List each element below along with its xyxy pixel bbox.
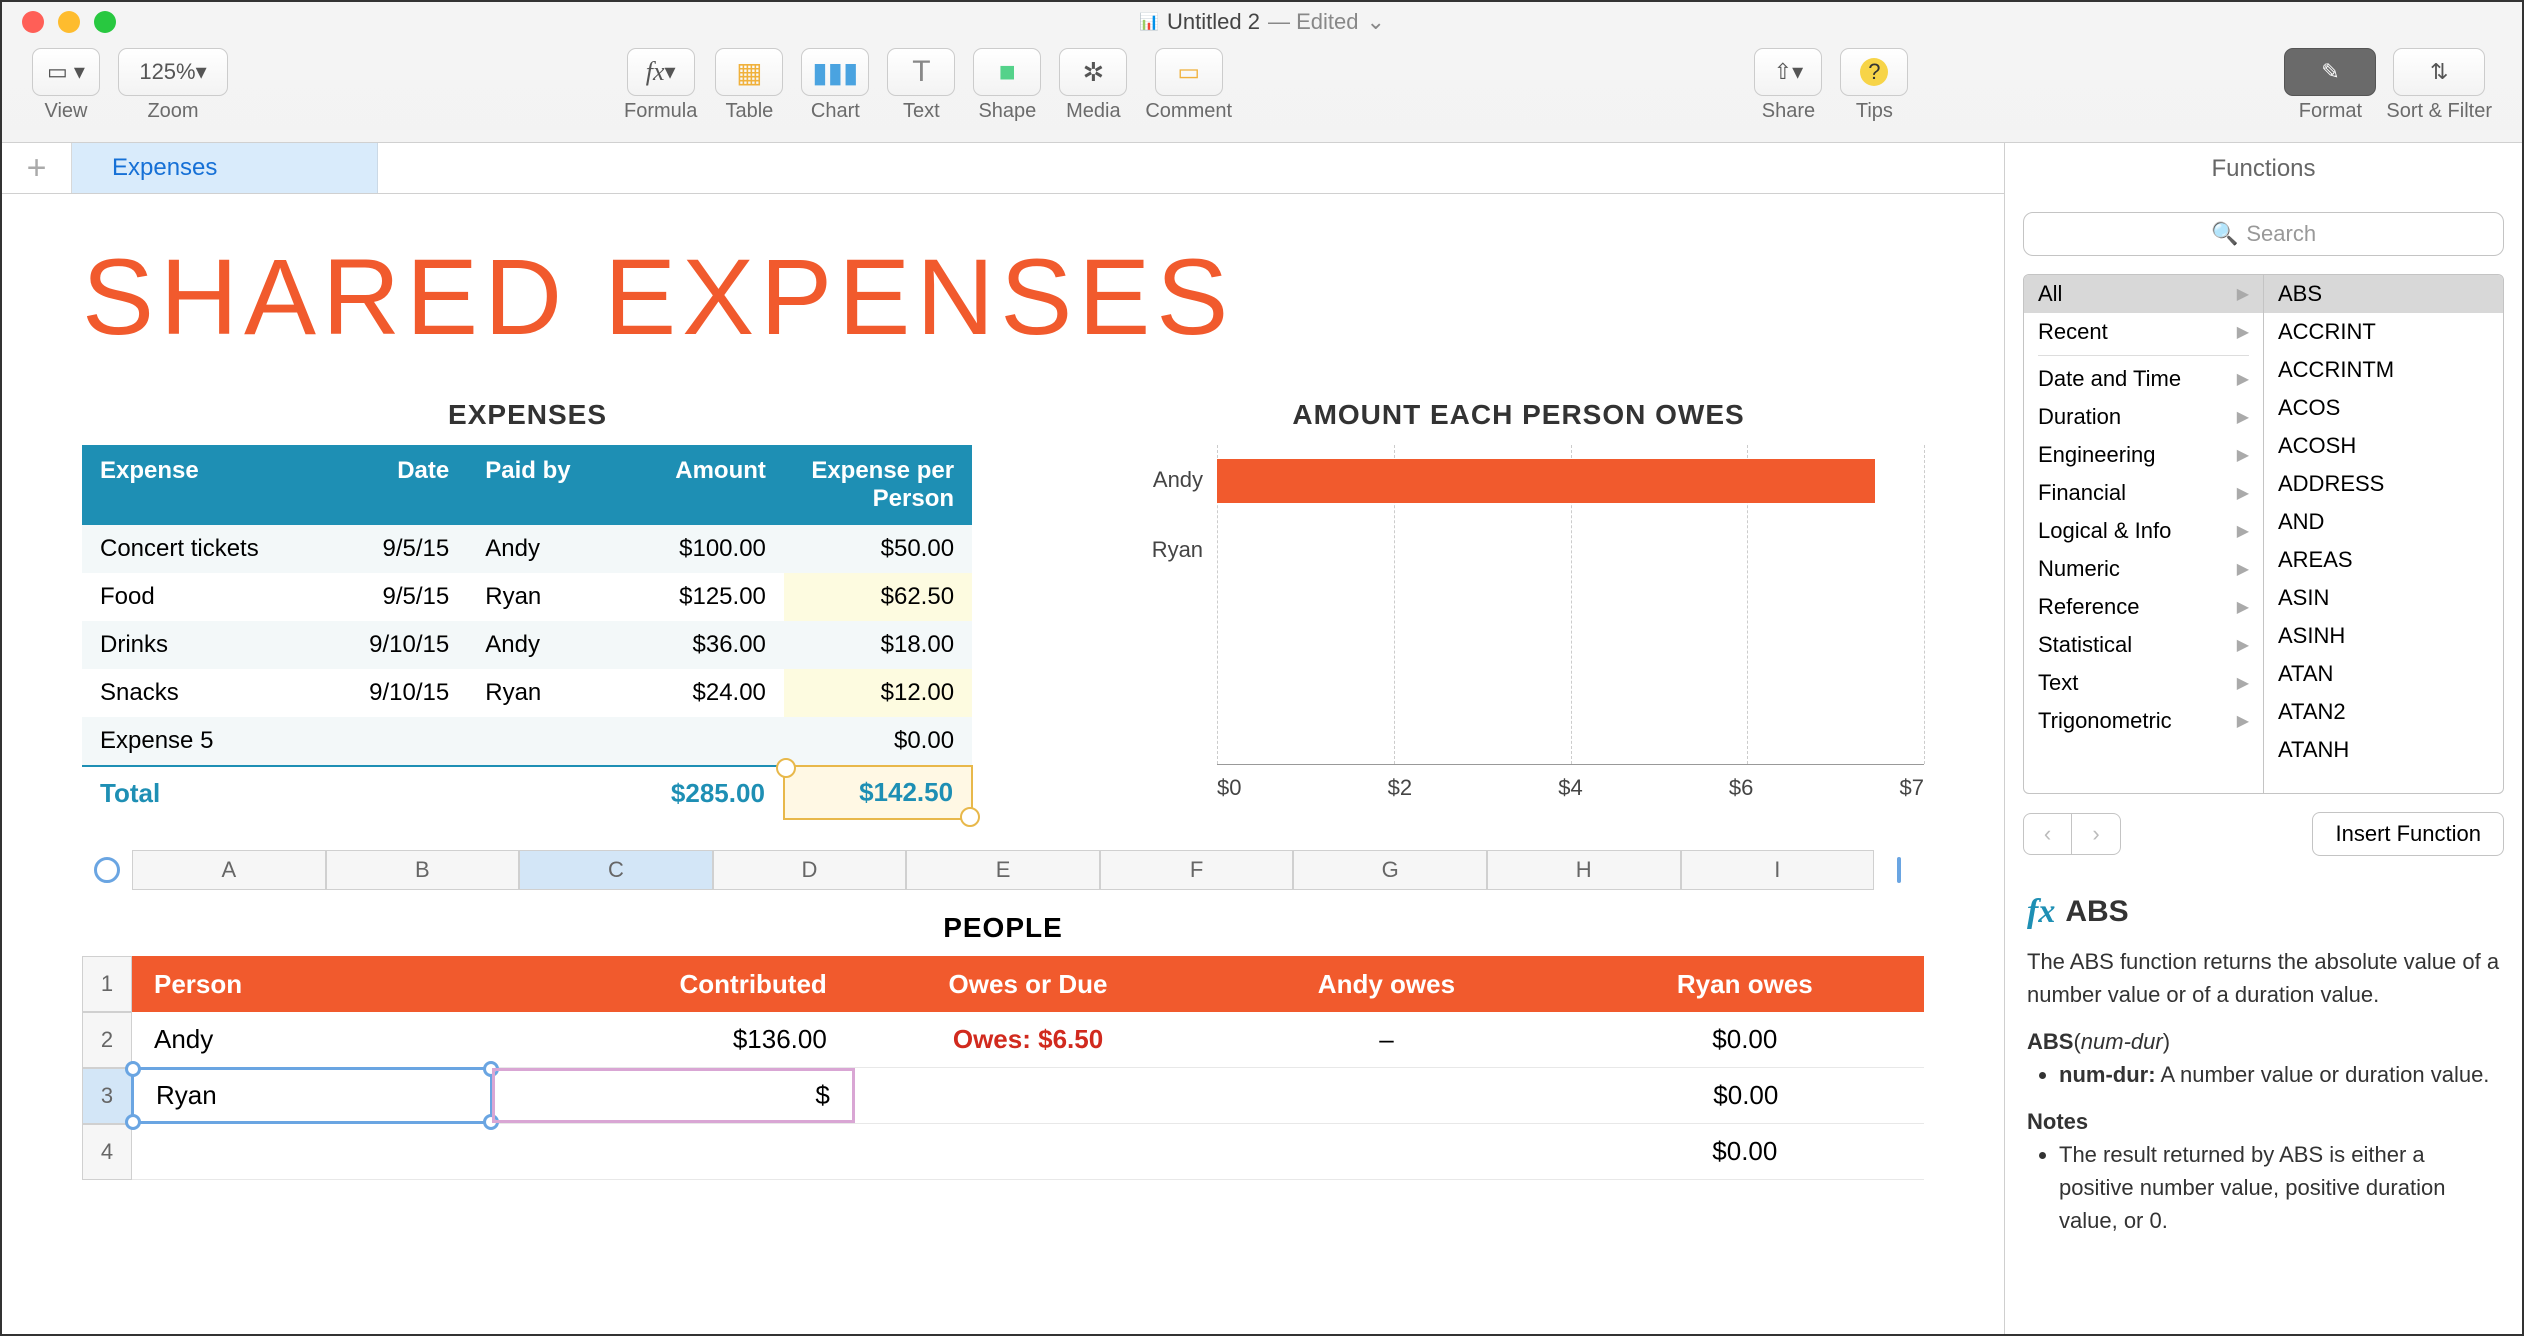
table-button[interactable]: ▦: [715, 48, 783, 96]
nav-buttons[interactable]: ‹ ›: [2023, 813, 2121, 855]
media-icon: ✲: [1082, 57, 1104, 88]
titlebar: 📊 Untitled 2 — Edited ⌄: [2, 2, 2522, 42]
expenses-table[interactable]: Expense Date Paid by Amount Expense per …: [82, 445, 973, 820]
document-status: — Edited: [1268, 9, 1359, 35]
search-icon: 🔍: [2211, 221, 2238, 247]
cat-recent[interactable]: Recent▶: [2024, 313, 2263, 351]
table-icon: ▦: [736, 56, 762, 89]
function-list[interactable]: ABS ACCRINT ACCRINTM ACOS ACOSH ADDRESS …: [2264, 275, 2503, 793]
sort-filter-button[interactable]: ⇅: [2393, 48, 2485, 96]
people-caption: PEOPLE: [82, 912, 1924, 944]
close-window-icon[interactable]: [22, 11, 44, 33]
table-handle-icon[interactable]: [94, 857, 120, 883]
selected-cell-ryan[interactable]: Ryan: [131, 1067, 493, 1124]
row-1[interactable]: 1: [82, 956, 132, 1012]
y-label-ryan: Ryan: [1113, 515, 1203, 585]
col-D[interactable]: D: [713, 850, 907, 890]
side-panel-title: Functions: [2004, 143, 2522, 195]
bar-andy: [1217, 459, 1874, 503]
chart-mini-icon: 📊: [1139, 12, 1159, 32]
chart-title: AMOUNT EACH PERSON OWES: [1113, 399, 1924, 431]
functions-panel: 🔍 Search All▶ Recent▶ Date and Time▶ Dur…: [2004, 194, 2522, 1334]
zoom-button[interactable]: 125% ▾: [118, 48, 228, 96]
add-sheet-button[interactable]: +: [2, 143, 72, 193]
func-abs[interactable]: ABS: [2264, 275, 2503, 313]
shape-button[interactable]: ■: [973, 48, 1041, 96]
category-list[interactable]: All▶ Recent▶ Date and Time▶ Duration▶ En…: [2024, 275, 2264, 793]
chart-icon: ▮▮▮: [812, 56, 858, 89]
tips-button[interactable]: ?: [1840, 48, 1908, 96]
selected-cell-total-pp: $142.50: [784, 766, 972, 819]
sort-icon: ⇅: [2430, 59, 2448, 85]
chart-button[interactable]: ▮▮▮: [801, 48, 869, 96]
sheet-tab-expenses[interactable]: Expenses: [72, 143, 378, 193]
tips-icon: ?: [1860, 58, 1888, 86]
media-button[interactable]: ✲: [1059, 48, 1127, 96]
people-table[interactable]: 1 2 3 4 Person Contributed Owes or Due A…: [82, 956, 1924, 1180]
comment-button[interactable]: ▭: [1155, 48, 1223, 96]
add-column-icon[interactable]: [1897, 857, 1901, 883]
formula-button[interactable]: fx ▾: [627, 48, 695, 96]
column-headers: A B C D E F G H I: [82, 850, 1924, 890]
page-title: SHARED EXPENSES: [82, 234, 1924, 359]
nav-back-button[interactable]: ‹: [2024, 814, 2072, 854]
nav-forward-button[interactable]: ›: [2072, 814, 2120, 854]
format-button[interactable]: ✎: [2284, 48, 2376, 96]
function-doc: fxABS The ABS function returns the absol…: [2005, 874, 2522, 1237]
canvas[interactable]: SHARED EXPENSES EXPENSES Expense Date Pa…: [2, 194, 2004, 1334]
owes-chart[interactable]: Andy Ryan: [1113, 445, 1924, 765]
share-button[interactable]: ⇧ ▾: [1754, 48, 1822, 96]
text-icon: T: [912, 55, 930, 89]
row-2[interactable]: 2: [82, 1012, 132, 1068]
text-button[interactable]: T: [887, 48, 955, 96]
comment-icon: ▭: [1177, 58, 1200, 87]
toolbar: ▭ ▾View 125% ▾Zoom fx ▾Formula ▦Table ▮▮…: [2, 42, 2522, 142]
row-4[interactable]: 4: [82, 1124, 132, 1180]
document-name: Untitled 2: [1167, 9, 1260, 35]
minimize-window-icon[interactable]: [58, 11, 80, 33]
col-B[interactable]: B: [326, 850, 520, 890]
col-I[interactable]: I: [1681, 850, 1875, 890]
cat-all[interactable]: All▶: [2024, 275, 2263, 313]
col-G[interactable]: G: [1293, 850, 1487, 890]
col-A[interactable]: A: [132, 850, 326, 890]
insert-function-button[interactable]: Insert Function: [2312, 812, 2504, 856]
col-E[interactable]: E: [906, 850, 1100, 890]
zoom-window-icon[interactable]: [94, 11, 116, 33]
share-icon: ⇧: [1774, 59, 1792, 85]
view-button[interactable]: ▭ ▾: [32, 48, 100, 96]
sheet-tabs: + Expenses Functions: [2, 142, 2522, 194]
row-3[interactable]: 3: [82, 1068, 132, 1124]
window-title[interactable]: 📊 Untitled 2 — Edited ⌄: [1139, 9, 1385, 35]
y-label-andy: Andy: [1113, 445, 1203, 515]
col-F[interactable]: F: [1100, 850, 1294, 890]
expenses-caption: EXPENSES: [82, 399, 973, 431]
col-C[interactable]: C: [519, 850, 713, 890]
shape-icon: ■: [999, 56, 1016, 88]
fx-doc-icon: fx: [2027, 886, 2055, 937]
col-H[interactable]: H: [1487, 850, 1681, 890]
chevron-down-icon[interactable]: ⌄: [1366, 9, 1384, 35]
search-input[interactable]: 🔍 Search: [2023, 212, 2504, 256]
brush-icon: ✎: [2321, 59, 2339, 85]
